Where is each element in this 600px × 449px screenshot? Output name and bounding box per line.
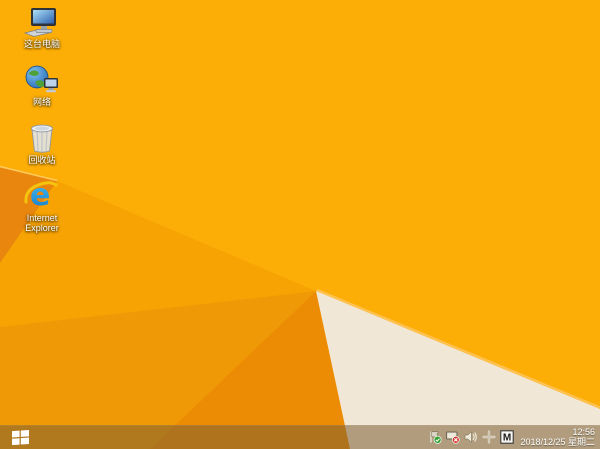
- taskbar-clock[interactable]: 12:56 2018/12/25 星期二: [520, 427, 595, 447]
- network-label: 网络: [32, 97, 51, 107]
- internet-explorer-label: Internet Explorer: [25, 213, 59, 233]
- volume-icon[interactable]: [463, 430, 478, 445]
- this-pc-icon: [6, 4, 78, 38]
- network-icon: [6, 62, 78, 96]
- taskbar: M 12:56 2018/12/25 星期二: [0, 425, 600, 449]
- recycle-bin-label: 回收站: [28, 155, 56, 165]
- wallpaper-image: [0, 0, 600, 449]
- desktop: 这台电脑 网络 回收站 e Internet Explorer M 12:56 …: [0, 0, 600, 449]
- this-pc-label: 这台电脑: [23, 39, 60, 49]
- desktop-icon-network[interactable]: 网络: [6, 62, 78, 120]
- safely-remove-hardware-icon[interactable]: [481, 430, 496, 445]
- desktop-icon-recycle-bin[interactable]: 回收站: [6, 120, 78, 178]
- clock-time: 12:56: [572, 427, 595, 437]
- input-method-icon[interactable]: M: [499, 430, 514, 445]
- system-tray: M 12:56 2018/12/25 星期二: [427, 425, 598, 449]
- desktop-icon-this-pc[interactable]: 这台电脑: [6, 4, 78, 62]
- action-center-icon[interactable]: [427, 430, 442, 445]
- start-button[interactable]: [6, 425, 34, 449]
- windows-logo-icon: [11, 429, 29, 445]
- internet-explorer-icon: e: [6, 178, 78, 212]
- network-status-icon[interactable]: [445, 430, 461, 445]
- input-method-letter: M: [503, 433, 511, 444]
- recycle-bin-icon: [6, 120, 78, 154]
- desktop-icon-internet-explorer[interactable]: e Internet Explorer: [6, 178, 78, 236]
- clock-date: 2018/12/25 星期二: [520, 437, 595, 447]
